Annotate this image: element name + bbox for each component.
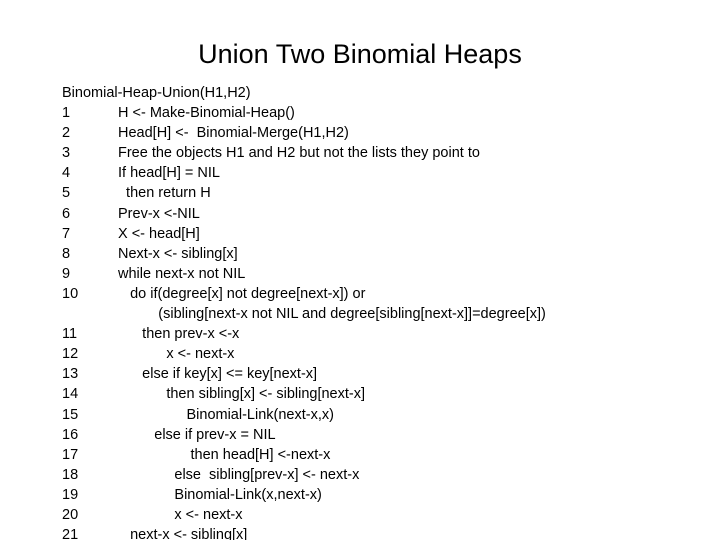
line-number: 17 [62,446,79,463]
line-text: while next-x not NIL [118,265,246,282]
line-text: Binomial-Link(next-x,x) [118,406,334,423]
line-number: 7 [62,225,71,242]
pseudocode-line: 18 else sibling[prev-x] <- next-x [62,465,712,485]
line-number: 1 [62,105,71,122]
line-text: do if(degree[x] not degree[next-x]) or [118,285,366,302]
pseudocode-line: 8 Next-x <- sibling[x] [62,244,712,264]
line-number: 12 [62,346,79,363]
slide-canvas: Union Two Binomial Heaps Binomial-Heap-U… [0,0,720,540]
line-text: then return H [118,185,211,202]
pseudocode-line: 9 while next-x not NIL [62,264,712,284]
pseudocode-lines: 1 H <- Make-Binomial-Heap() 2 Head[H] <- Bi… [62,103,712,540]
line-text: else sibling[prev-x] <- next-x [118,466,360,483]
pseudocode-line: 13 else if key[x] <= key[next-x] [62,364,712,384]
line-text: next-x <- sibling[x] [118,527,248,540]
line-text: Next-x <- sibling[x] [118,245,238,262]
page-title: Union Two Binomial Heaps [198,39,522,69]
line-number: 10 [62,285,79,302]
pseudocode-continuation-line: (sibling[next-x not NIL and degree[sibli… [62,304,712,324]
line-text: X <- head[H] [118,225,200,242]
line-text: Prev-x <-NIL [118,205,200,222]
line-text: then sibling[x] <- sibling[next-x] [118,386,366,403]
pseudocode-line: 5 then return H [62,183,712,203]
pseudocode-line: 3 Free the objects H1 and H2 but not the … [62,143,712,163]
line-number: 21 [62,527,79,540]
line-number: 19 [62,486,79,503]
line-number: 2 [62,125,71,142]
line-number: 4 [62,165,71,182]
line-number: 20 [62,506,79,523]
line-text: then prev-x <-x [118,326,240,343]
pseudocode-line: 17 then head[H] <-next-x [62,445,712,465]
line-number: 14 [62,386,79,403]
line-text: else if prev-x = NIL [118,426,276,443]
pseudocode-line: 19 Binomial-Link(x,next-x) [62,485,712,505]
line-text: x <- next-x [118,346,235,363]
pseudocode-line: 10 do if(degree[x] not degree[next-x]) o… [62,284,712,304]
line-number: 9 [62,265,71,282]
pseudocode-line: 15 Binomial-Link(next-x,x) [62,405,712,425]
pseudocode-line: 14 then sibling[x] <- sibling[next-x] [62,384,712,404]
line-number: 3 [62,145,71,162]
pseudocode-line: 7 X <- head[H] [62,224,712,244]
line-text: x <- next-x [118,506,243,523]
pseudocode-line: 2 Head[H] <- Binomial-Merge(H1,H2) [62,123,712,143]
pseudocode-line: 4 If head[H] = NIL [62,163,712,183]
line-number: 8 [62,245,71,262]
line-number: 13 [62,366,79,383]
line-number: 16 [62,426,79,443]
procedure-signature: Binomial-Heap-Union(H1,H2) [62,85,251,101]
pseudocode-line: 11 then prev-x <-x [62,324,712,344]
pseudocode-block: Binomial-Heap-Union(H1,H2) 1 H <- Make-Bi… [62,83,712,540]
line-number: 5 [62,185,71,202]
line-text: then head[H] <-next-x [118,446,331,463]
line-text: Head[H] <- Binomial-Merge(H1,H2) [118,125,349,142]
pseudocode-line: 20 x <- next-x [62,505,712,525]
line-number: 11 [62,326,78,343]
line-number: 18 [62,466,79,483]
pseudocode-line: 21 next-x <- sibling[x] [62,525,712,540]
line-number: 6 [62,205,71,222]
line-text: else if key[x] <= key[next-x] [118,366,318,383]
pseudocode-line: 1 H <- Make-Binomial-Heap() [62,103,712,123]
line-number: 15 [62,406,79,423]
line-text: If head[H] = NIL [118,165,220,182]
line-text: (sibling[next-x not NIL and degree[sibli… [118,306,546,323]
line-text: Binomial-Link(x,next-x) [118,486,322,503]
pseudocode-line: 12 x <- next-x [62,344,712,364]
line-text: H <- Make-Binomial-Heap() [118,105,295,122]
pseudocode-line: 16 else if prev-x = NIL [62,425,712,445]
pseudocode-line: 6 Prev-x <-NIL [62,204,712,224]
line-text: Free the objects H1 and H2 but not the l… [118,145,480,162]
